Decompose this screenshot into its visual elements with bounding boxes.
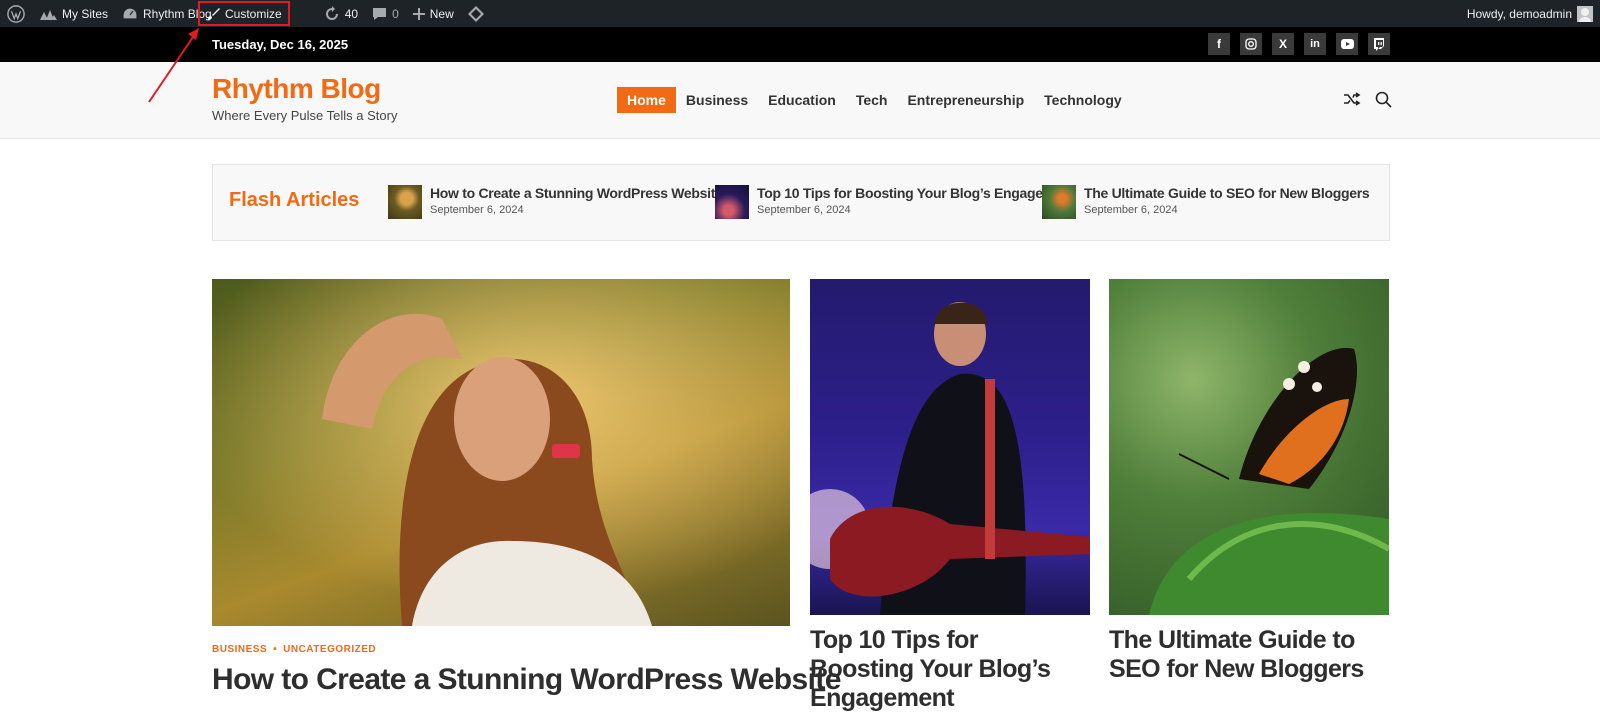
flash-item[interactable]: How to Create a Stunning WordPress Websi…: [388, 185, 723, 219]
category-business[interactable]: BUSINESS: [212, 644, 267, 655]
facebook-icon[interactable]: f: [1208, 33, 1230, 55]
search-icon[interactable]: [1375, 91, 1392, 108]
diamond-icon: [467, 5, 484, 22]
header-actions: [1343, 91, 1392, 108]
post-categories: BUSINESS • UNCATEGORIZED: [212, 644, 377, 655]
my-sites-menu[interactable]: My Sites: [32, 0, 115, 27]
nav-item-tech[interactable]: Tech: [846, 87, 898, 113]
category-uncategorized[interactable]: UNCATEGORIZED: [283, 644, 376, 655]
flash-item-title[interactable]: How to Create a Stunning WordPress Websi…: [430, 185, 723, 201]
flash-item-date: September 6, 2024: [430, 204, 524, 216]
customize-button[interactable]: Customize: [198, 1, 290, 26]
flash-item-title[interactable]: The Ultimate Guide to SEO for New Blogge…: [1084, 185, 1370, 201]
third-post-image[interactable]: [1109, 279, 1389, 615]
dashboard-icon: [122, 6, 138, 20]
main-post-title[interactable]: How to Create a Stunning WordPress Websi…: [212, 663, 841, 698]
flash-item-title[interactable]: Top 10 Tips for Boosting Your Blog’s Eng…: [757, 185, 1075, 201]
second-post-image[interactable]: [810, 279, 1090, 615]
paintbrush-icon: [207, 7, 220, 20]
nav-item-business[interactable]: Business: [676, 87, 758, 113]
howdy-label: Howdy, demoadmin: [1466, 6, 1572, 21]
my-account-menu[interactable]: Howdy, demoadmin: [1460, 0, 1600, 27]
flash-item-date: September 6, 2024: [757, 204, 851, 216]
nav-item-technology[interactable]: Technology: [1034, 87, 1132, 113]
admin-bar: My Sites Rhythm Blog Customize 40 0 New …: [0, 0, 1600, 27]
new-content-menu[interactable]: New: [406, 0, 461, 27]
updates-count: 40: [344, 6, 359, 21]
my-sites-icon: [40, 9, 57, 20]
comments-menu[interactable]: 0: [365, 0, 406, 27]
flash-item[interactable]: The Ultimate Guide to SEO for New Blogge…: [1042, 185, 1370, 219]
flash-thumbnail[interactable]: [715, 185, 749, 219]
instagram-icon[interactable]: [1240, 33, 1262, 55]
flash-thumbnail[interactable]: [388, 185, 422, 219]
second-post-title[interactable]: Top 10 Tips for Boosting Your Blog’s Eng…: [810, 626, 1080, 712]
flash-item[interactable]: Top 10 Tips for Boosting Your Blog’s Eng…: [715, 185, 1075, 219]
top-bar: Tuesday, Dec 16, 2025 f X in: [0, 27, 1600, 62]
plus-icon: [412, 7, 425, 20]
site-tagline: Where Every Pulse Tells a Story: [212, 108, 398, 123]
my-sites-label: My Sites: [62, 6, 109, 21]
social-links: f X in: [1208, 33, 1390, 55]
updates-icon: [325, 5, 338, 20]
avatar: [1577, 5, 1593, 22]
flash-title: Flash Articles: [229, 189, 360, 211]
plugin-menu[interactable]: [461, 0, 491, 27]
site-logo[interactable]: Rhythm Blog: [212, 73, 381, 105]
comments-icon: [373, 7, 387, 20]
x-icon[interactable]: X: [1272, 33, 1294, 55]
flash-articles: Flash Articles How to Create a Stunning …: [212, 164, 1390, 241]
current-date: Tuesday, Dec 16, 2025: [212, 37, 349, 52]
site-header: Rhythm Blog Where Every Pulse Tells a St…: [0, 62, 1600, 139]
twitch-icon[interactable]: [1368, 33, 1390, 55]
new-label: New: [429, 6, 454, 21]
shuffle-icon[interactable]: [1343, 91, 1361, 107]
wordpress-icon: [7, 4, 25, 23]
third-post-title[interactable]: The Ultimate Guide to SEO for New Blogge…: [1109, 626, 1379, 684]
nav-item-entrepreneurship[interactable]: Entrepreneurship: [897, 87, 1034, 113]
updates-menu[interactable]: 40: [317, 0, 365, 27]
nav-item-home[interactable]: Home: [617, 87, 676, 113]
flash-item-date: September 6, 2024: [1084, 204, 1178, 216]
linkedin-icon[interactable]: in: [1304, 33, 1326, 55]
comments-count: 0: [392, 6, 399, 21]
primary-nav: Home Business Education Tech Entrepreneu…: [617, 87, 1132, 113]
flash-thumbnail[interactable]: [1042, 185, 1076, 219]
youtube-icon[interactable]: [1336, 33, 1358, 55]
wordpress-logo-menu[interactable]: [0, 0, 32, 27]
nav-item-education[interactable]: Education: [758, 87, 846, 113]
main-post-image[interactable]: [212, 279, 790, 626]
customize-label: Customize: [225, 6, 282, 21]
